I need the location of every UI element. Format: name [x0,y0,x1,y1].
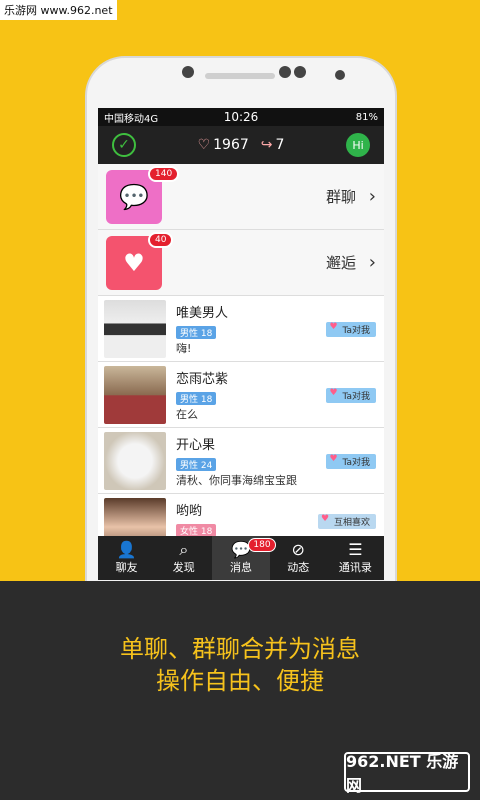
contact-name: 哟哟 [176,504,203,519]
encounter-row[interactable]: ♥ 40 邂逅 › [98,230,384,296]
stats: ♡ 1967 ↪ 7 [198,137,285,153]
last-message: 在么 [176,408,198,421]
heart-icon: ♡ [197,137,211,153]
encounter-badge: 40 [148,232,174,248]
tab-moments[interactable]: ⊘ 动态 [270,536,327,580]
avatar [104,300,166,358]
avatar [104,366,166,424]
share-icon: ↪ [260,137,273,153]
app-screen: 中国移动4G 10:26 81% ✓ ♡ 1967 ↪ 7 Hi 💬 140 群聊 … [98,108,384,580]
check-icon[interactable]: ✓ [112,133,136,157]
chat-row[interactable]: 开心果 男性 24 清秋、你同事海绵宝宝跟 Ta对我 [98,428,384,494]
person-icon: 👤 [116,540,137,559]
encounter-label: 邂逅 [325,254,356,272]
tab-bar: 👤 聊友 ⌕ 发现 💬 消息 180 ⊘ 动态 ☰ 通讯录 [98,536,384,580]
shares-count: 7 [275,137,285,153]
tab-contacts[interactable]: ☰ 通讯录 [327,536,384,580]
gender-age-tag: 男性 24 [176,458,217,471]
search-icon: ⌕ [179,540,189,559]
gender-age-tag: 男性 18 [176,326,217,339]
like-tag: Ta对我 [326,322,376,337]
caption-panel: 单聊、群聊合并为消息 操作自由、便捷 962.NET 乐游网 [0,581,480,800]
sensor-2 [294,66,306,78]
top-bar: ✓ ♡ 1967 ↪ 7 Hi [98,126,384,164]
caption-line-2: 操作自由、便捷 [156,667,324,695]
tab-friends[interactable]: 👤 聊友 [98,536,155,580]
like-tag: 互相喜欢 [317,514,376,529]
watermark: 乐游网 www.962.net [0,0,117,20]
chevron-right-icon: › [368,186,376,207]
chat-row[interactable]: 恋雨芯紫 男性 18 在么 Ta对我 [98,362,384,428]
like-tag: Ta对我 [326,454,376,469]
hearts-count: 1967 [213,137,249,153]
carrier-label: 中国移动4G [104,113,159,125]
earpiece [205,73,275,79]
hi-button[interactable]: Hi [345,133,370,157]
compass-icon: ⊘ [291,540,305,559]
sensor-3 [335,70,345,80]
front-camera [182,66,194,78]
sensor-1 [279,66,291,78]
chevron-right-icon: › [368,252,376,273]
status-bar: 中国移动4G 10:26 81% [98,108,384,126]
contact-name: 恋雨芯紫 [176,372,229,387]
last-message: 清秋、你同事海绵宝宝跟 [176,474,297,487]
contact-name: 唯美男人 [176,306,229,321]
tab-messages[interactable]: 💬 消息 180 [212,536,276,580]
last-message: 嗨! [176,342,192,355]
avatar [104,432,166,490]
group-chat-badge: 140 [148,166,180,182]
caption-line-1: 单聊、群聊合并为消息 [120,635,360,663]
contacts-icon: ☰ [348,540,363,559]
clock: 10:26 [223,110,259,124]
group-chat-label: 群聊 [325,188,356,206]
tab-discover[interactable]: ⌕ 发现 [155,536,212,580]
chat-row[interactable]: 唯美男人 男性 18 嗨! Ta对我 [98,296,384,362]
like-tag: Ta对我 [326,388,376,403]
group-chat-row[interactable]: 💬 140 群聊 › [98,164,384,230]
site-logo: 962.NET 乐游网 [344,752,470,795]
battery-level: 81% [355,111,378,123]
gender-age-tag: 男性 18 [176,392,217,405]
contact-name: 开心果 [176,438,216,453]
